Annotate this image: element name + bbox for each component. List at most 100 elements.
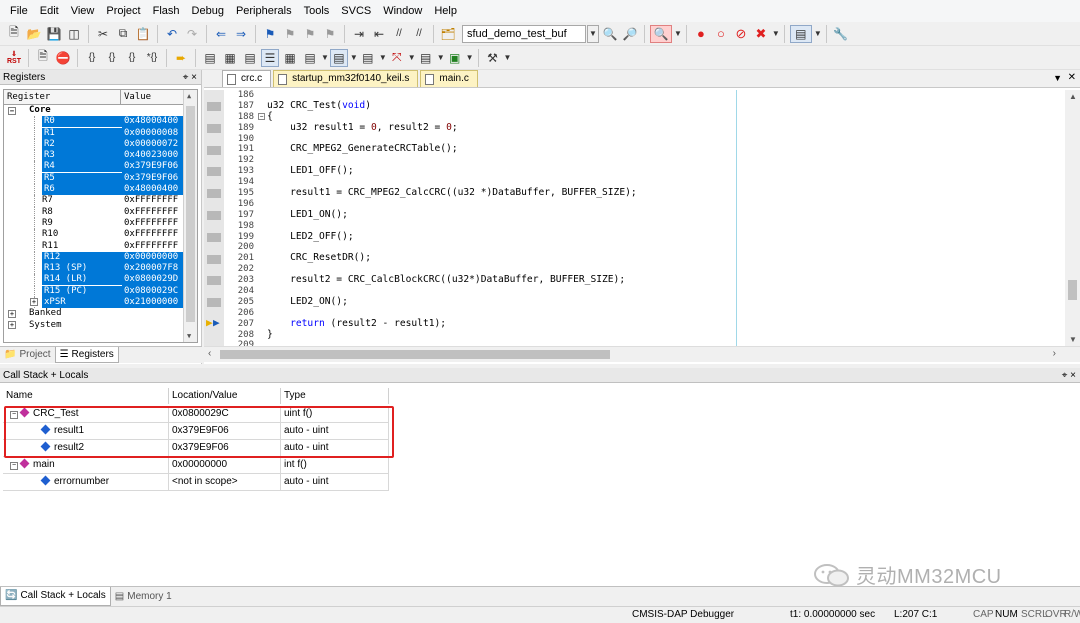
collapse-icon[interactable]: − [8,106,16,115]
breakpoint-enable-icon[interactable]: ○ [712,25,730,43]
tab-registers[interactable]: ☰ Registers [54,347,119,363]
paste-icon[interactable]: 📋 [134,25,152,43]
open-folder-icon[interactable]: 📂 [25,25,43,43]
register-row[interactable]: R14 (LR) 0x0800029D [4,274,197,286]
code-line[interactable]: 193 LED1_OFF(); [204,165,1064,177]
show-next-statement-icon[interactable]: ➨ [172,49,190,67]
menu-svcs[interactable]: SVCS [335,0,377,22]
breakpoint-kill-all-icon[interactable]: ✖ [752,25,770,43]
scroll-up-icon[interactable]: ▲ [1069,92,1077,101]
register-row[interactable]: R9 0xFFFFFFFF [4,217,197,230]
register-value[interactable]: 0x379E9F06 [122,172,184,185]
register-row[interactable]: R10 0xFFFFFFFF [4,229,197,241]
editor-hscroll-thumb[interactable] [220,350,610,359]
core-group[interactable]: − Core [4,105,197,116]
window-layout-icon[interactable]: ▤ [789,24,812,43]
symbols-window-icon[interactable]: ▤ [241,49,259,67]
run-icon[interactable]: 🗎 [34,49,52,67]
window-layout-dropdown-icon[interactable]: ▼ [814,29,822,38]
menu-peripherals[interactable]: Peripherals [230,0,298,22]
register-value[interactable]: 0x0800029D [122,274,184,286]
register-value[interactable]: 0x0800029C [122,285,184,298]
nav-back-icon[interactable]: ⇐ [212,25,230,43]
new-file-icon[interactable]: 🗎 [5,25,23,43]
expand-icon[interactable]: + [8,321,16,330]
tab-project[interactable]: 📁 Project [0,347,55,363]
code-line[interactable]: 189 u32 result1 = 0, result2 = 0; [204,122,1064,134]
debug-session-icon[interactable]: 🔍 [650,24,672,43]
register-row[interactable]: R6 0x48000400 [4,184,197,196]
column-value[interactable]: Value [121,90,183,104]
command-window-icon[interactable]: ▤ [201,49,219,67]
tab-call-stack[interactable]: 🔄 Call Stack + Locals [0,587,111,606]
register-row[interactable]: R0 0x48000400 [4,116,197,128]
editor-tab[interactable]: startup_mm32f0140_keil.s [273,70,419,87]
menu-flash[interactable]: Flash [147,0,186,22]
menu-window[interactable]: Window [377,0,428,22]
tab-list-dropdown-icon[interactable]: ▼ [1053,73,1062,83]
debug-session-dropdown-icon[interactable]: ▼ [674,29,682,38]
register-row[interactable]: R5 0x379E9F06 [4,172,197,185]
find-icon[interactable]: 🔍 [601,25,619,43]
menu-tools[interactable]: Tools [298,0,336,22]
code-line[interactable]: 187 u32 CRC_Test(void) [204,100,1064,112]
code-line[interactable]: 191 CRC_MPEG2_GenerateCRCTable(); [204,144,1064,155]
watch-dropdown-icon[interactable]: ▼ [321,53,329,62]
unindent-icon[interactable]: ⇤ [370,25,388,43]
redo-icon[interactable]: ↷ [183,25,201,43]
code-line[interactable]: 195 result1 = CRC_MPEG2_CalcCRC((u32 *)D… [204,187,1064,199]
configure-icon[interactable]: 🔧 [832,25,850,43]
column-type[interactable]: Type [281,388,389,404]
banked-group[interactable]: + Banked [4,308,197,319]
trace-window-icon[interactable]: ▤ [417,49,435,67]
register-value[interactable]: 0xFFFFFFFF [122,229,184,240]
uncomment-icon[interactable]: // [410,25,428,43]
code-line[interactable]: 208} [204,329,1064,341]
panel-pin-close-icon[interactable]: ⌖ × [183,70,197,84]
editor-tab[interactable]: crc.c [222,70,272,87]
save-icon[interactable]: 💾 [45,25,63,43]
bookmark-clear-icon[interactable]: ⚑ [321,25,339,43]
register-value[interactable]: 0xFFFFFFFF [122,218,184,229]
toolbox-icon[interactable]: ⚒ [484,49,502,67]
register-value[interactable]: 0x48000400 [122,116,184,128]
register-value[interactable]: 0x200007F8 [122,263,184,275]
register-row[interactable]: R2 0x00000072 [4,138,197,151]
menu-debug[interactable]: Debug [186,0,230,22]
breakpoint-insert-icon[interactable]: ● [692,25,710,43]
menu-edit[interactable]: Edit [34,0,65,22]
register-value[interactable]: 0x21000000 [122,297,184,309]
column-location[interactable]: Location/Value [169,388,281,404]
toolbox-dropdown-icon[interactable]: ▼ [504,53,512,62]
column-name[interactable]: Name [3,388,169,404]
register-value[interactable]: 0x00000008 [122,127,184,139]
menu-view[interactable]: View [65,0,101,22]
combo-dropdown-icon[interactable]: ▼ [587,24,599,43]
editor-tab[interactable]: main.c [420,70,478,87]
step-out-icon[interactable]: {} [123,49,141,67]
code-line[interactable]: 207 return (result2 - result1); ▶ ▶ [204,317,1064,330]
code-line[interactable]: 197 LED1_ON(); [204,209,1064,221]
comment-icon[interactable]: // [390,25,408,43]
analysis-window-icon[interactable]: ⤧ [388,49,406,67]
incremental-find-icon[interactable]: 🔎 [621,25,639,43]
registers-scrollbar[interactable]: ▲ ▼ [183,90,197,342]
menu-project[interactable]: Project [100,0,146,22]
target-combo[interactable]: sfud_demo_test_buf [462,24,586,43]
call-stack-location[interactable]: <not in scope> [169,474,281,491]
register-row[interactable]: R12 0x00000000 [4,251,197,264]
editor-horizontal-scrollbar[interactable]: ‹ › [204,346,1080,362]
undo-icon[interactable]: ↶ [163,25,181,43]
copy-icon[interactable]: ⧉ [114,25,132,43]
register-row[interactable]: R11 0xFFFFFFFF [4,240,197,252]
scroll-down-icon[interactable]: ▼ [1069,335,1077,344]
scroll-up-icon[interactable]: ▲ [187,92,191,100]
register-value[interactable]: 0xFFFFFFFF [122,241,184,252]
register-value[interactable]: 0x40023000 [122,150,184,162]
bookmark-prev-icon[interactable]: ⚑ [281,25,299,43]
register-value[interactable]: 0x48000400 [122,184,184,196]
memory-dropdown-icon[interactable]: ▼ [350,53,358,62]
breakpoint-dropdown-icon[interactable]: ▼ [772,29,780,38]
register-row[interactable]: R1 0x00000008 [4,127,197,139]
call-stack-location[interactable]: 0x00000000 [169,457,281,474]
